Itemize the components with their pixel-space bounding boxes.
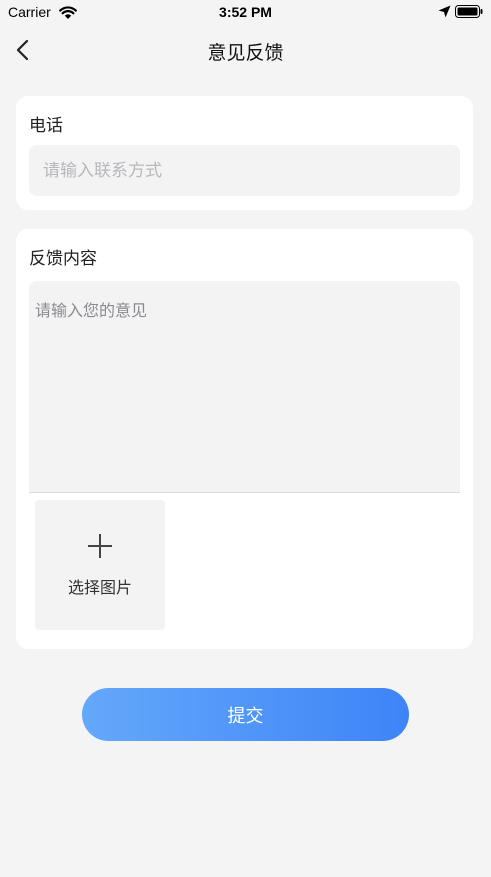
navigation-bar: 意见反馈 (0, 26, 491, 74)
feedback-label: 反馈内容 (29, 249, 97, 269)
select-image-label: 选择图片 (67, 578, 132, 597)
select-image-button[interactable]: 选择图片 (35, 500, 165, 630)
submit-button[interactable]: 提交 (82, 688, 409, 741)
location-arrow-icon (438, 5, 451, 18)
status-time: 3:52 PM (219, 4, 272, 20)
phone-input[interactable] (29, 145, 460, 196)
status-bar: Carrier 3:52 PM (0, 0, 491, 26)
phone-card: 电话 (16, 96, 473, 210)
feedback-card: 反馈内容 选择图片 (16, 229, 473, 649)
phone-label: 电话 (29, 116, 63, 136)
battery-icon (455, 5, 483, 18)
feedback-textarea[interactable] (29, 281, 460, 492)
divider (29, 492, 460, 493)
page-title: 意见反馈 (207, 42, 284, 64)
plus-icon (88, 534, 112, 558)
